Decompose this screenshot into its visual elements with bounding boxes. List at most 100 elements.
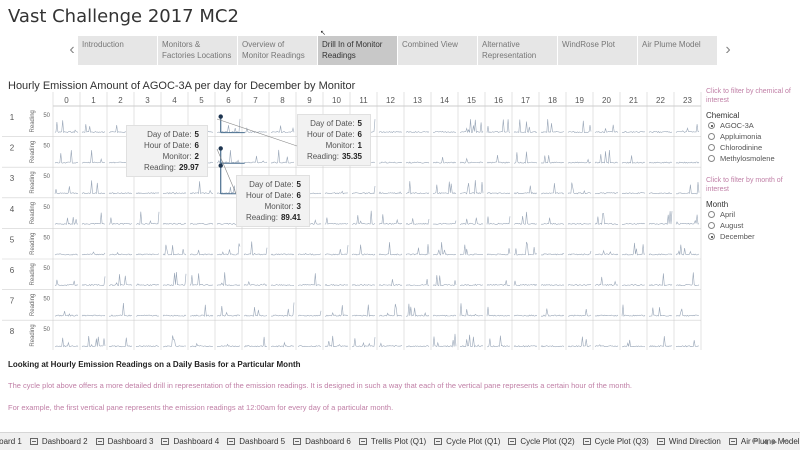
story-point-4[interactable]: Drill In of Monitor Readings xyxy=(318,36,398,65)
reading-trace-line xyxy=(540,155,565,164)
sheet-tab[interactable]: Dashboard 5 xyxy=(225,433,291,450)
radio-button-icon[interactable] xyxy=(708,122,715,129)
first-tab-icon[interactable]: ⏮ xyxy=(752,438,758,446)
radio-button-icon[interactable] xyxy=(708,233,715,240)
dashboard-tab-icon xyxy=(728,438,737,445)
sheet-tab[interactable]: Cycle Plot (Q2) xyxy=(506,433,580,450)
reading-trace-line xyxy=(378,242,403,256)
reading-trace-line xyxy=(351,283,375,286)
reading-trace-line xyxy=(54,311,79,317)
hour-header-label: 23 xyxy=(683,96,692,105)
story-point-5[interactable]: Combined View xyxy=(398,36,478,65)
radio-button-icon[interactable] xyxy=(708,155,715,162)
reading-trace-line xyxy=(459,244,484,256)
reading-trace-line xyxy=(567,158,592,164)
reading-trace-line xyxy=(109,302,133,317)
chemical-option[interactable]: Chlorodinine xyxy=(708,142,800,153)
chemical-option[interactable]: AGOC-3A xyxy=(708,120,800,131)
sheet-tab[interactable]: Dashboard 1 xyxy=(0,433,28,450)
reading-trace-line xyxy=(297,273,322,286)
reading-trace-line xyxy=(486,248,511,256)
story-point-1[interactable]: Introduction xyxy=(78,36,158,65)
radio-button-icon[interactable] xyxy=(708,144,715,151)
tooltip-row: Hour of Date: 6 xyxy=(245,190,301,201)
chemical-option-label: Methylosmolene xyxy=(720,154,775,163)
reading-trace-line xyxy=(621,242,646,256)
chemical-option[interactable]: Appluimonia xyxy=(708,131,800,142)
reading-trace-line xyxy=(567,182,592,195)
reading-trace-line xyxy=(459,180,484,195)
reading-trace-line xyxy=(594,149,619,164)
tooltip-row: Monitor: 2 xyxy=(135,151,199,162)
radio-button-icon[interactable] xyxy=(708,222,715,229)
reading-trace-line xyxy=(567,120,592,133)
reading-trace-line xyxy=(108,192,132,195)
month-option[interactable]: April xyxy=(708,209,800,220)
radio-button-icon[interactable] xyxy=(708,133,715,140)
reading-trace-line xyxy=(162,222,187,225)
tooltip-value: 35.35 xyxy=(341,152,362,161)
reading-trace-line xyxy=(405,244,430,256)
reading-trace-line xyxy=(567,250,592,256)
monitor-row-label: 3 xyxy=(10,174,15,183)
hour-header-label: 21 xyxy=(629,96,638,105)
hour-header-label: 10 xyxy=(332,96,341,105)
story-navigator: Introduction Monitors & Factories Locatio… xyxy=(78,36,718,65)
reading-trace-line xyxy=(189,273,214,286)
tooltip-row: Monitor: 3 xyxy=(245,201,301,212)
reading-trace-line xyxy=(351,337,376,348)
highlight-point xyxy=(218,146,223,151)
reading-trace-line xyxy=(486,119,511,134)
sheet-tab[interactable]: Dashboard 3 xyxy=(94,433,160,450)
chemical-filter-hint: Click to filter by chemical of interest xyxy=(706,88,791,104)
story-point-7[interactable]: WindRose Plot xyxy=(558,36,638,65)
radio-button-icon[interactable] xyxy=(708,211,715,218)
last-tab-icon[interactable]: ⏭ xyxy=(781,438,787,446)
reading-tooltip: Day of Date: 5 Hour of Date: 6 Monitor: 3 Read… xyxy=(236,175,310,227)
reading-trace-line xyxy=(108,274,133,286)
reading-trace-line xyxy=(270,149,295,164)
story-point-2[interactable]: Monitors & Factories Locations xyxy=(158,36,238,65)
reading-trace-line xyxy=(594,124,619,133)
sheet-tab[interactable]: Cycle Plot (Q1) xyxy=(432,433,506,450)
reading-tick-label: 50 xyxy=(43,327,50,333)
month-option-label: April xyxy=(720,210,736,219)
chemical-option[interactable]: Methylosmolene xyxy=(708,153,800,164)
story-point-8[interactable]: Air Plume Model xyxy=(638,36,718,65)
reading-trace-line xyxy=(567,284,591,286)
prev-tab-icon[interactable]: ◀ xyxy=(762,438,767,446)
reading-trace-line xyxy=(378,131,403,134)
reading-trace-line xyxy=(81,124,106,133)
story-point-6[interactable]: Alternative Representation xyxy=(478,36,558,65)
reading-trace-line xyxy=(189,304,214,317)
reading-trace-line xyxy=(54,150,79,164)
reading-trace-line xyxy=(486,216,511,225)
sheet-tab[interactable]: Dashboard 2 xyxy=(28,433,94,450)
reading-trace-line xyxy=(325,305,348,317)
sheet-tab-label: Cycle Plot (Q3) xyxy=(594,437,649,446)
reading-trace-line xyxy=(54,120,79,134)
reading-trace-line xyxy=(594,192,619,195)
sheet-tab[interactable]: Cycle Plot (Q3) xyxy=(581,433,655,450)
story-prev-arrow-icon[interactable]: ‹ xyxy=(66,41,78,59)
reading-trace-line xyxy=(432,314,457,317)
reading-trace-line xyxy=(324,190,349,195)
story-next-arrow-icon[interactable]: › xyxy=(722,41,734,59)
story-point-3[interactable]: Overview of Monitor Readings xyxy=(238,36,318,65)
month-option[interactable]: December xyxy=(708,231,800,242)
tooltip-row: Hour of Date: 6 xyxy=(135,140,199,151)
hour-header-label: 5 xyxy=(199,96,204,105)
sheet-tab[interactable]: Dashboard 6 xyxy=(291,433,357,450)
month-option[interactable]: August xyxy=(708,220,800,231)
next-tab-icon[interactable]: ▶ xyxy=(772,438,777,446)
sheet-tab[interactable]: Dashboard 4 xyxy=(159,433,225,450)
reading-trace-line xyxy=(459,334,484,348)
reading-trace-line xyxy=(297,310,322,317)
description-paragraph-2: For example, the first vertical pane rep… xyxy=(8,403,394,412)
hour-header-label: 0 xyxy=(64,96,69,105)
sheet-tabs: Dashboard 1 Dashboard 2 Dashboard 3 Dashboa… xyxy=(0,433,800,450)
reading-trace-line xyxy=(378,342,403,348)
sheet-tab[interactable]: Trellis Plot (Q1) xyxy=(357,433,432,450)
dashboard-tab-icon xyxy=(95,438,104,445)
sheet-tab[interactable]: Wind Direction xyxy=(655,433,727,450)
